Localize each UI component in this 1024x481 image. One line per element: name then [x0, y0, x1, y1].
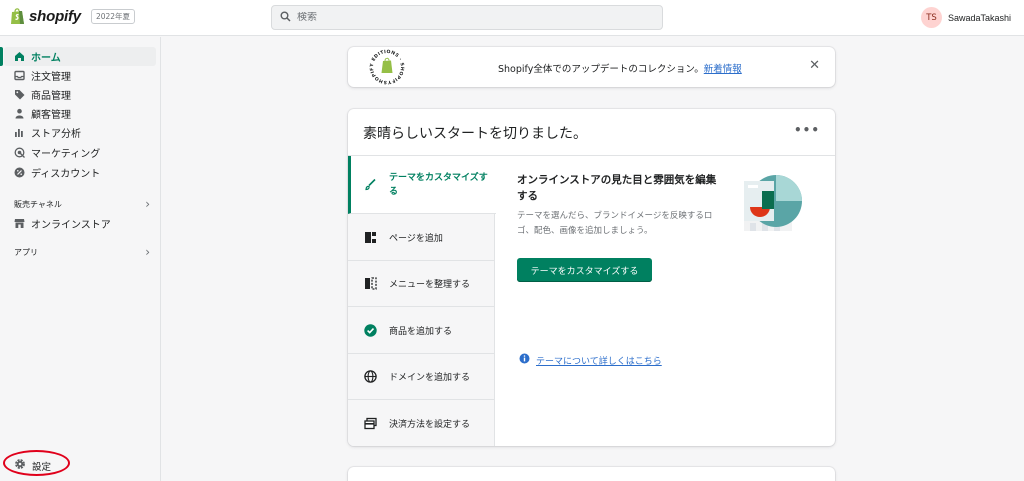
search-bar[interactable]	[271, 5, 663, 30]
theme-illustration	[740, 173, 805, 233]
task-detail-description: テーマを選んだら、ブランドイメージを反映するロゴ、配色、画像を追加しましょう。	[517, 211, 713, 236]
editions-banner: SHOPIFY EDITIONS · SHOPIFY EDITIONS · Sh…	[348, 45, 835, 87]
task-add-page[interactable]: ページを追加	[348, 214, 495, 261]
task-label: ページを追加	[389, 233, 443, 244]
more-actions-icon[interactable]: •••	[794, 123, 820, 137]
user-name: SawadaTakashi	[948, 12, 1012, 23]
task-list: テーマをカスタマイズする ページを追加 メニューを整理する 商品を追加する ドメ…	[348, 156, 496, 446]
sidebar-item-products[interactable]: 商品管理	[4, 85, 156, 104]
task-setup-payments[interactable]: 決済方法を設定する	[348, 400, 495, 446]
task-customize-theme[interactable]: テーマをカスタマイズする	[348, 156, 496, 214]
person-icon	[14, 108, 25, 119]
inbox-icon	[14, 70, 25, 81]
sidebar-item-settings[interactable]: 設定	[14, 458, 51, 473]
card-icon	[364, 417, 377, 430]
edition-badge: 2022年夏	[90, 8, 136, 24]
editions-seal-icon: SHOPIFY EDITIONS · SHOPIFY EDITIONS ·	[363, 45, 409, 85]
sales-channels-label: 販売チャネル	[14, 199, 62, 209]
sidebar: ホーム 注文管理 商品管理 顧客管理 ストア分析 マーケティング ディスカウント…	[0, 37, 161, 481]
search-input[interactable]	[297, 12, 637, 23]
close-icon[interactable]: ✕	[809, 58, 820, 73]
chevron-right-icon: ›	[145, 197, 150, 211]
sidebar-item-customers[interactable]: 顧客管理	[4, 104, 156, 123]
banner-message: Shopify全体でのアップデートのコレクション。新着情報	[498, 61, 742, 75]
sales-channels-header[interactable]: 販売チャネル ›	[14, 197, 150, 211]
sidebar-item-label: マーケティング	[31, 149, 101, 160]
sidebar-item-marketing[interactable]: マーケティング	[4, 143, 156, 162]
sidebar-item-label: 注文管理	[31, 72, 71, 83]
shopify-bag-icon	[10, 7, 25, 25]
check-circle-icon	[364, 323, 377, 337]
task-label: テーマをカスタマイズする	[389, 172, 488, 197]
learn-more-link[interactable]: テーマについて詳しくはこちら	[536, 354, 662, 367]
setup-guide-card: 素晴らしいスタートを切りました。 ••• テーマをカスタマイズする ページを追加…	[348, 109, 835, 446]
brush-icon	[364, 178, 377, 191]
user-menu[interactable]: TS SawadaTakashi	[921, 7, 1011, 28]
task-add-product[interactable]: 商品を追加する	[348, 307, 495, 354]
logo-text: shopify	[29, 7, 81, 25]
store-icon	[14, 218, 25, 229]
sidebar-item-label: 顧客管理	[31, 110, 71, 121]
sidebar-item-home[interactable]: ホーム	[0, 47, 156, 66]
bar-chart-icon	[14, 127, 25, 138]
apps-label: アプリ	[14, 247, 38, 257]
task-label: 商品を追加する	[389, 326, 453, 337]
task-label: ドメインを追加する	[389, 373, 471, 383]
whats-new-link[interactable]: 新着情報	[704, 64, 742, 75]
globe-icon	[364, 370, 377, 383]
target-icon	[14, 147, 25, 158]
sidebar-item-analytics[interactable]: ストア分析	[4, 123, 156, 142]
search-icon	[280, 11, 291, 25]
task-detail-title: オンラインストアの見た目と雰囲気を編集する	[517, 174, 717, 202]
sidebar-item-label: ディスカウント	[31, 169, 101, 180]
sidebar-item-orders[interactable]: 注文管理	[4, 66, 156, 85]
home-icon	[14, 51, 25, 62]
shopify-logo[interactable]: shopify 2022年夏	[10, 7, 136, 25]
avatar: TS	[921, 7, 942, 28]
setup-title: 素晴らしいスタートを切りました。	[363, 126, 587, 142]
task-add-domain[interactable]: ドメインを追加する	[348, 354, 495, 400]
sidebar-item-label: オンラインストア	[31, 220, 111, 231]
task-label: 決済方法を設定する	[389, 419, 471, 430]
chevron-right-icon: ›	[145, 245, 150, 259]
tag-icon	[14, 89, 25, 100]
task-organize-menu[interactable]: メニューを整理する	[348, 261, 495, 307]
sidebar-item-label: 商品管理	[31, 91, 71, 102]
gear-icon	[14, 458, 26, 473]
info-icon	[519, 353, 530, 367]
apps-header[interactable]: アプリ ›	[14, 245, 150, 259]
sidebar-item-discounts[interactable]: ディスカウント	[4, 163, 156, 182]
customize-theme-button[interactable]: テーマをカスタマイズする	[517, 258, 652, 282]
task-label: メニューを整理する	[389, 280, 471, 290]
discount-icon	[14, 167, 25, 178]
next-card	[348, 467, 835, 481]
page-icon	[364, 231, 377, 244]
sidebar-item-online-store[interactable]: オンラインストア	[4, 214, 156, 233]
settings-label: 設定	[32, 461, 52, 473]
sidebar-item-label: ストア分析	[31, 129, 81, 140]
learn-more[interactable]: テーマについて詳しくはこちら	[519, 353, 662, 367]
sidebar-item-label: ホーム	[31, 53, 61, 64]
top-bar: shopify 2022年夏 TS SawadaTakashi	[0, 0, 1024, 36]
banner-text: Shopify全体でのアップデートのコレクション。	[498, 64, 704, 75]
menu-icon	[364, 277, 377, 290]
